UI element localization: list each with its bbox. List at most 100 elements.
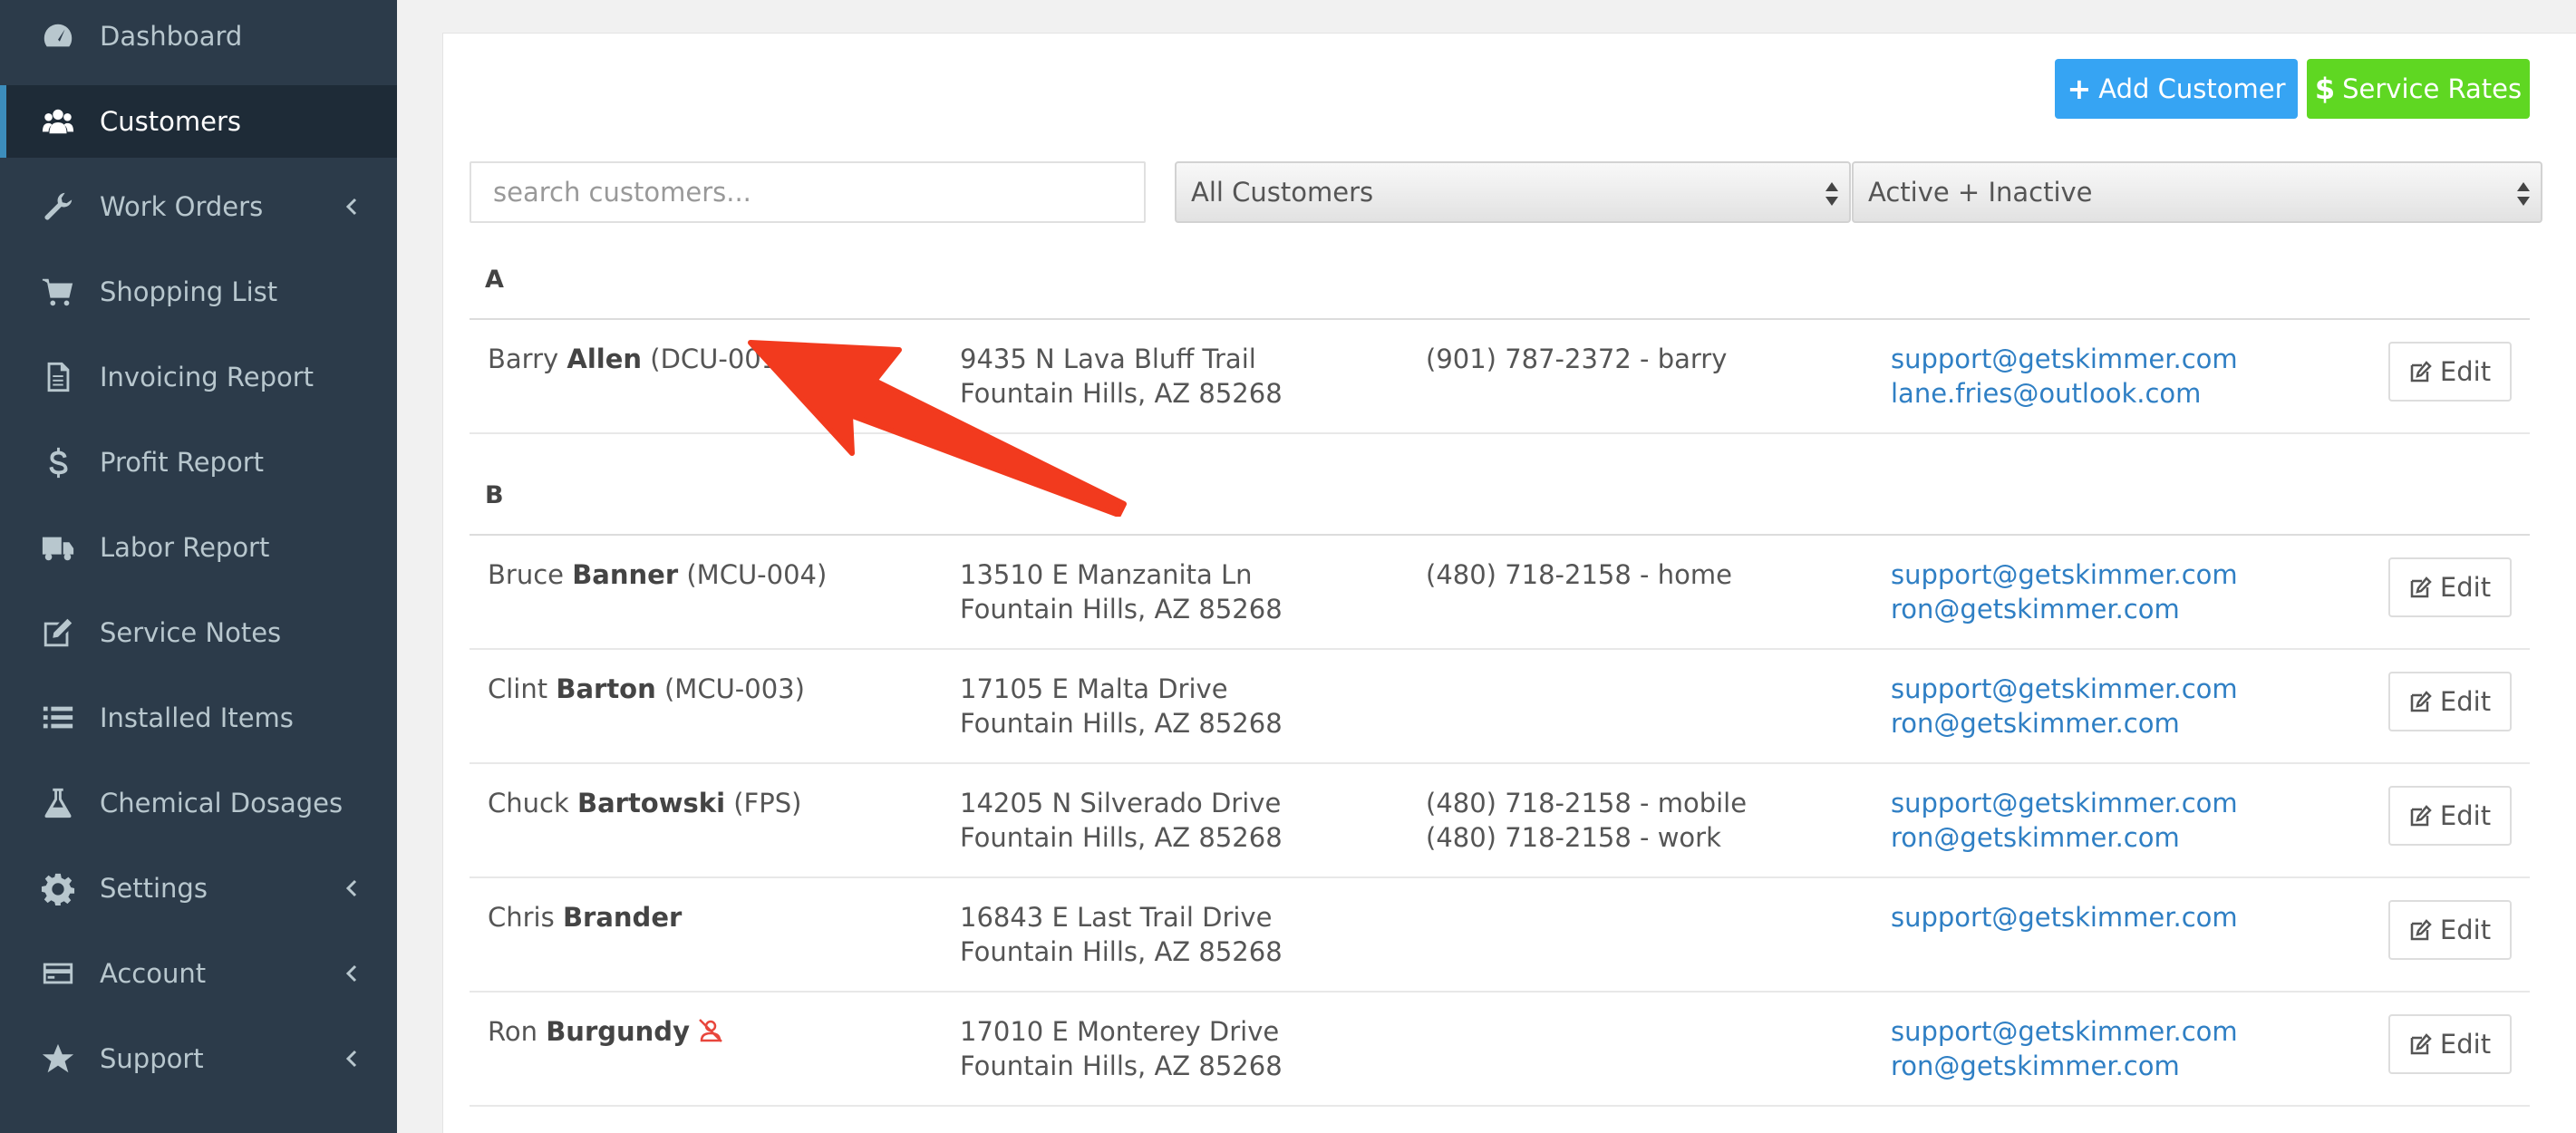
star-icon — [40, 1041, 76, 1077]
edit-label: Edit — [2439, 800, 2492, 831]
dollar-icon — [40, 444, 76, 480]
list-icon — [40, 700, 76, 736]
email-link[interactable]: support@getskimmer.com — [1891, 557, 2238, 592]
sidebar-item-shopping-list[interactable]: Shopping List — [0, 256, 397, 328]
edit-icon — [2409, 360, 2433, 383]
sidebar-item-customers[interactable]: Customers — [0, 85, 397, 158]
sidebar-item-labor-report[interactable]: Labor Report — [0, 511, 397, 584]
edit-note-icon — [40, 615, 76, 651]
sidebar-item-label: Chemical Dosages — [100, 788, 344, 818]
table-row: Clint Barton (MCU-003) 17105 E Malta Driv… — [470, 650, 2530, 762]
customer-phone: (480) 718-2158 - mobile (480) 718-2158 - … — [1426, 786, 1747, 855]
chevron-left-icon — [339, 876, 364, 901]
sidebar-item-installed-items[interactable]: Installed Items — [0, 682, 397, 754]
address-line-2: Fountain Hills, AZ 85268 — [960, 936, 1283, 967]
email-link[interactable]: support@getskimmer.com — [1891, 786, 2238, 820]
sidebar-item-label: Account — [100, 958, 207, 989]
sidebar-item-label: Installed Items — [100, 702, 294, 733]
sidebar-item-work-orders[interactable]: Work Orders — [0, 170, 397, 243]
sidebar-item-chemical-dosages[interactable]: Chemical Dosages — [0, 767, 397, 839]
email-link[interactable]: ron@getskimmer.com — [1891, 706, 2238, 741]
edit-label: Edit — [2439, 1029, 2492, 1060]
select-arrows-icon — [1824, 179, 1840, 208]
customer-filter-select[interactable]: All Customers — [1175, 161, 1851, 223]
sidebar-item-label: Service Notes — [100, 617, 282, 648]
customer-emails: support@getskimmer.com lane.fries@outlook… — [1891, 342, 2238, 411]
address-line-1: 14205 N Silverado Drive — [960, 788, 1282, 818]
phone-line-2: (480) 718-2158 - work — [1426, 822, 1721, 853]
last-name: Allen — [567, 344, 643, 374]
edit-icon — [2409, 1032, 2433, 1056]
add-customer-label: Add Customer — [2098, 73, 2286, 104]
email-link[interactable]: support@getskimmer.com — [1891, 342, 2238, 376]
address-line-1: 17010 E Monterey Drive — [960, 1016, 1280, 1047]
edit-button[interactable]: Edit — [2388, 342, 2512, 402]
edit-button[interactable]: Edit — [2388, 900, 2512, 960]
sidebar-item-account[interactable]: Account — [0, 937, 397, 1010]
email-link[interactable]: lane.fries@outlook.com — [1891, 376, 2238, 411]
phone-line-1: (901) 787-2372 - barry — [1426, 344, 1728, 374]
group-letter: B — [485, 481, 504, 509]
service-rates-button[interactable]: $ Service Rates — [2307, 59, 2530, 119]
last-name: Banner — [572, 559, 679, 590]
table-row: Ron Burgundy 17010 E Monterey Drive Founta… — [470, 993, 2530, 1105]
email-link[interactable]: ron@getskimmer.com — [1891, 592, 2238, 626]
sidebar-item-dashboard[interactable]: Dashboard — [0, 0, 397, 73]
edit-button[interactable]: Edit — [2388, 786, 2512, 846]
email-link[interactable]: support@getskimmer.com — [1891, 672, 2238, 706]
first-name: Chuck — [488, 788, 569, 818]
customer-emails: support@getskimmer.com ron@getskimmer.com — [1891, 786, 2238, 855]
gear-icon — [40, 870, 76, 906]
chevron-left-icon — [339, 1046, 364, 1071]
email-link[interactable]: support@getskimmer.com — [1891, 1014, 2238, 1049]
address-line-2: Fountain Hills, AZ 85268 — [960, 708, 1283, 739]
address-line-1: 16843 E Last Trail Drive — [960, 902, 1273, 933]
customer-emails: support@getskimmer.com ron@getskimmer.com — [1891, 1014, 2238, 1083]
customer-address: 13510 E Manzanita Ln Fountain Hills, AZ 8… — [960, 557, 1283, 626]
edit-icon — [2409, 690, 2433, 713]
edit-icon — [2409, 918, 2433, 942]
service-rates-label: Service Rates — [2342, 73, 2523, 104]
edit-label: Edit — [2439, 686, 2492, 717]
dashboard-icon — [40, 18, 76, 54]
status-filter-value: Active + Inactive — [1868, 177, 2093, 208]
add-customer-button[interactable]: + Add Customer — [2055, 59, 2298, 119]
edit-label: Edit — [2439, 915, 2492, 945]
email-link[interactable]: ron@getskimmer.com — [1891, 820, 2238, 855]
sidebar-item-settings[interactable]: Settings — [0, 852, 397, 925]
email-link[interactable]: support@getskimmer.com — [1891, 900, 2238, 934]
sidebar-item-support[interactable]: Support — [0, 1022, 397, 1095]
sidebar-item-service-notes[interactable]: Service Notes — [0, 596, 397, 669]
chevron-left-icon — [339, 961, 364, 986]
customer-name[interactable]: Clint Barton (MCU-003) — [488, 672, 805, 706]
credit-card-icon — [40, 955, 76, 992]
sidebar-item-profit-report[interactable]: Profit Report — [0, 426, 397, 499]
last-name: Barton — [556, 673, 656, 704]
customer-name[interactable]: Bruce Banner (MCU-004) — [488, 557, 827, 592]
customer-address: 16843 E Last Trail Drive Fountain Hills, … — [960, 900, 1283, 969]
edit-icon — [2409, 804, 2433, 828]
address-line-2: Fountain Hills, AZ 85268 — [960, 1051, 1283, 1081]
annotation-arrow — [748, 340, 1127, 517]
edit-label: Edit — [2439, 572, 2492, 603]
customer-filter-value: All Customers — [1191, 177, 1374, 208]
first-name: Chris — [488, 902, 555, 933]
flask-icon — [40, 785, 76, 821]
sidebar-item-invoicing-report[interactable]: Invoicing Report — [0, 341, 397, 413]
edit-label: Edit — [2439, 356, 2492, 387]
edit-button[interactable]: Edit — [2388, 557, 2512, 617]
customer-name[interactable]: Chuck Bartowski (FPS) — [488, 786, 801, 820]
email-link[interactable]: ron@getskimmer.com — [1891, 1049, 2238, 1083]
customer-name[interactable]: Ron Burgundy — [488, 1014, 724, 1049]
address-line-2: Fountain Hills, AZ 85268 — [960, 594, 1283, 625]
address-line-1: 17105 E Malta Drive — [960, 673, 1228, 704]
search-input[interactable] — [470, 161, 1146, 223]
first-name: Bruce — [488, 559, 564, 590]
edit-button[interactable]: Edit — [2388, 1014, 2512, 1074]
status-filter-select[interactable]: Active + Inactive — [1852, 161, 2542, 223]
customer-name[interactable]: Chris Brander — [488, 900, 682, 934]
edit-button[interactable]: Edit — [2388, 672, 2512, 731]
cart-icon — [40, 274, 76, 310]
customer-code: (MCU-003) — [663, 673, 805, 704]
chevron-left-icon — [339, 194, 364, 219]
